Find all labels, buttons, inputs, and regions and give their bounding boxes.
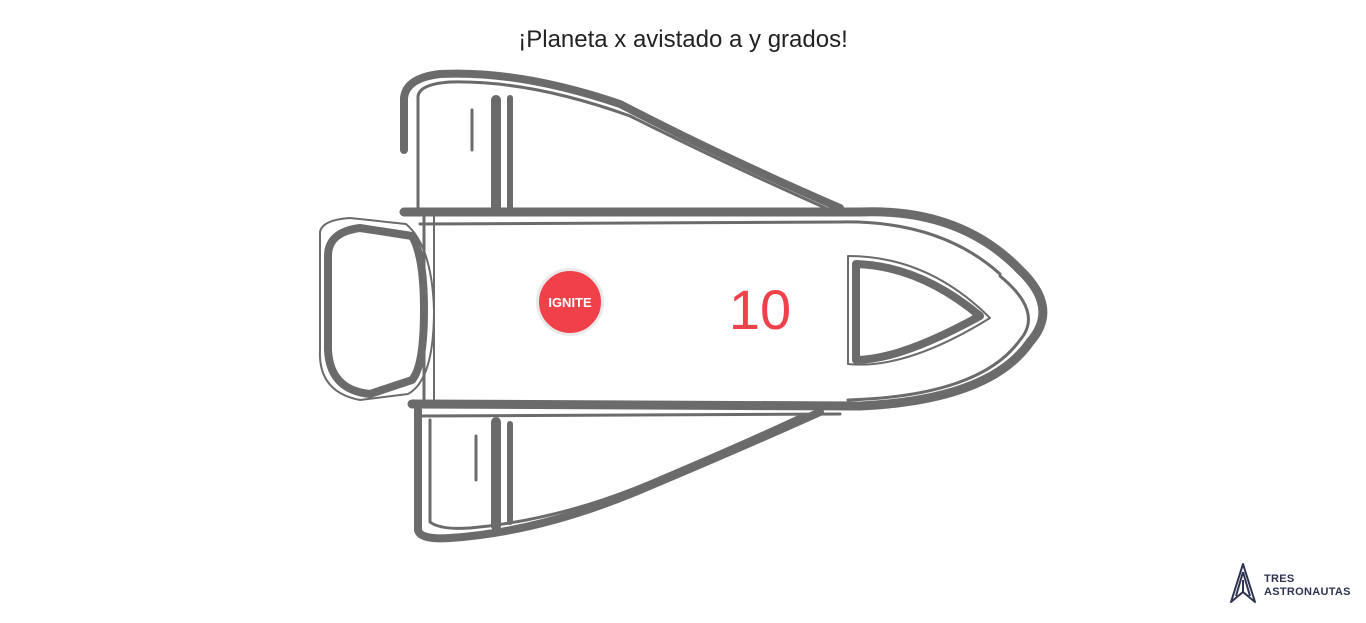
brand-name-line1: TRES xyxy=(1264,572,1295,585)
brand-name-line2: ASTRONAUTAS xyxy=(1264,585,1351,598)
countdown-number: 10 xyxy=(728,278,792,341)
rocket-ship-illustration xyxy=(300,60,1060,550)
brand-logo[interactable]: TRES ASTRONAUTAS xyxy=(1228,562,1351,609)
page-title: ¡Planeta x avistado a y grados! xyxy=(518,26,848,53)
rocket-a-logo-icon xyxy=(1228,562,1258,609)
brand-name: TRES ASTRONAUTAS xyxy=(1264,573,1351,599)
launch-page: ¡Planeta x avistado a y grados! IGNITE 1… xyxy=(0,0,1366,623)
ignite-button[interactable]: IGNITE xyxy=(536,268,604,336)
